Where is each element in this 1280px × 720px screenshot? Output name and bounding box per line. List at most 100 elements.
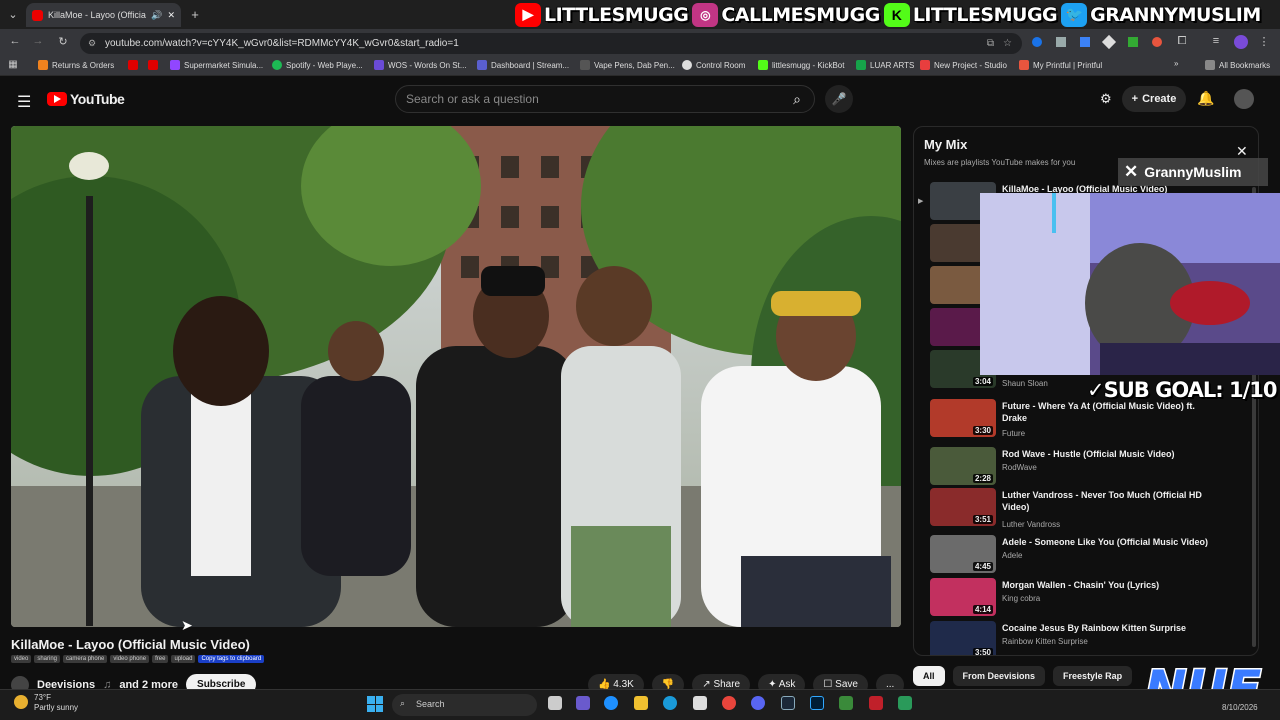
extension-icon[interactable] bbox=[1032, 37, 1042, 47]
social-handle: LITTLESMUGG bbox=[912, 3, 1058, 27]
reload-icon[interactable]: ↻ bbox=[56, 35, 70, 48]
bookmark-star-icon[interactable]: ☆ bbox=[1003, 33, 1012, 54]
tag-chip[interactable]: video bbox=[11, 655, 32, 663]
account-avatar[interactable] bbox=[1234, 89, 1254, 109]
extension-icon[interactable] bbox=[1101, 34, 1117, 50]
url-field[interactable]: ⚙ youtube.com/watch?v=cYY4K_wGvr0&list=R… bbox=[80, 33, 1022, 54]
chip-from-channel[interactable]: From Deevisions bbox=[952, 666, 1046, 686]
taskbar-clock[interactable]: 8/10/2026 bbox=[1222, 703, 1258, 712]
all-bookmarks[interactable]: All Bookmarks bbox=[1205, 60, 1270, 70]
item-title: Future - Where Ya At (Official Music Vid… bbox=[1002, 401, 1195, 423]
bookmark-item[interactable]: New Project - Studio bbox=[920, 60, 1007, 70]
address-bar: ← → ↻ ⚙ youtube.com/watch?v=cYY4K_wGvr0&… bbox=[0, 29, 1280, 57]
notifications-bell-icon[interactable]: 🔔 bbox=[1197, 90, 1214, 107]
search-icon[interactable]: ⌕ bbox=[785, 85, 809, 113]
app-icon[interactable] bbox=[869, 696, 883, 710]
bookmarks-bar: ▦ Returns & Orders Supermarket Simula...… bbox=[0, 57, 1280, 76]
kick-icon bbox=[758, 60, 768, 70]
app-icon[interactable] bbox=[898, 696, 912, 710]
extensions-puzzle-icon[interactable]: ⧠ bbox=[1176, 35, 1188, 48]
bookmark-label: Returns & Orders bbox=[52, 60, 115, 70]
item-title: Morgan Wallen - Chasin' You (Lyrics) bbox=[1002, 580, 1160, 590]
tab-search-icon[interactable]: ⌄ bbox=[6, 8, 20, 21]
browser-tab[interactable]: KillaMoe - Layoo (Official M 🔊 ✕ bbox=[26, 3, 181, 27]
social-handle: CALLMESMUGG bbox=[721, 3, 881, 27]
task-view-icon[interactable] bbox=[548, 696, 562, 710]
voice-search-mic-icon[interactable]: 🎤 bbox=[825, 85, 853, 113]
extension-icon[interactable] bbox=[1056, 37, 1066, 47]
weather-condition: Partly sunny bbox=[34, 703, 79, 712]
cast-icon[interactable]: ⚙ bbox=[1100, 91, 1112, 107]
tag-chip[interactable]: upload bbox=[171, 655, 196, 663]
create-button[interactable]: + Create bbox=[1122, 86, 1186, 112]
tag-chip[interactable]: sharing bbox=[34, 655, 61, 663]
bookmark-item[interactable]: LUAR ARTS bbox=[856, 60, 914, 70]
copy-tags-button[interactable]: Copy tags to clipboard bbox=[198, 655, 265, 663]
bookmark-item[interactable]: Vape Pens, Dab Pen... bbox=[580, 60, 675, 70]
bookmark-item[interactable] bbox=[148, 60, 158, 70]
notepad-icon[interactable] bbox=[839, 696, 853, 710]
chip-freestyle-rap[interactable]: Freestyle Rap bbox=[1053, 666, 1133, 686]
extension-icon[interactable] bbox=[1152, 37, 1162, 47]
create-label: Create bbox=[1142, 93, 1177, 105]
playlist-title: My Mix bbox=[924, 137, 968, 152]
chip-all[interactable]: All bbox=[913, 666, 945, 686]
playlist-item[interactable]: 4:14 Morgan Wallen - Chasin' You (Lyrics… bbox=[930, 578, 1250, 618]
x-logo-icon: ✕ bbox=[1124, 162, 1139, 181]
webcam-feed bbox=[980, 193, 1280, 375]
playlist-item[interactable]: 4:45 Adele - Someone Like You (Official … bbox=[930, 535, 1250, 575]
bookmark-item[interactable]: littlesmugg - KickBot bbox=[758, 60, 844, 70]
extension-icon[interactable] bbox=[1080, 37, 1090, 47]
hamburger-menu-icon[interactable]: ☰ bbox=[17, 92, 31, 112]
bookmark-item[interactable] bbox=[128, 60, 138, 70]
tag-chip[interactable]: camera phone bbox=[63, 655, 108, 663]
playlist-item[interactable]: 3:30 Future - Where Ya At (Official Musi… bbox=[930, 399, 1250, 439]
bookmark-item[interactable]: My Printful | Printful bbox=[1019, 60, 1102, 70]
playlist-item[interactable]: 2:28 Rod Wave - Hustle (Official Music V… bbox=[930, 447, 1250, 487]
forward-icon[interactable]: → bbox=[31, 35, 45, 47]
apps-grid-icon[interactable]: ▦ bbox=[7, 59, 19, 70]
bookmark-item[interactable]: Dashboard | Stream... bbox=[477, 60, 569, 70]
taskbar-search[interactable]: ⌕ Search bbox=[392, 694, 537, 716]
weather-widget[interactable]: 73°F Partly sunny bbox=[12, 693, 78, 713]
bookmark-label: Dashboard | Stream... bbox=[491, 60, 570, 70]
bookmark-item[interactable]: Control Room bbox=[682, 60, 745, 70]
install-icon[interactable]: ⧉ bbox=[987, 33, 994, 54]
teams-icon[interactable] bbox=[576, 696, 590, 710]
video-player[interactable] bbox=[11, 126, 901, 627]
tab-close-icon[interactable]: ✕ bbox=[167, 10, 175, 21]
plus-icon: + bbox=[1131, 93, 1139, 105]
back-icon[interactable]: ← bbox=[8, 35, 22, 47]
tag-chip[interactable]: video phone bbox=[110, 655, 150, 663]
photoshop-icon[interactable] bbox=[810, 696, 824, 710]
duration-badge: 3:51 bbox=[972, 515, 993, 524]
reading-list-icon[interactable]: ≡ bbox=[1210, 35, 1222, 47]
profile-avatar[interactable] bbox=[1234, 35, 1248, 49]
copilot-icon[interactable] bbox=[604, 696, 618, 710]
bookmark-item[interactable]: Returns & Orders bbox=[38, 60, 114, 70]
browser-menu-icon[interactable]: ⋮ bbox=[1258, 35, 1270, 48]
store-icon[interactable] bbox=[693, 696, 707, 710]
youtube-logo[interactable]: YouTube bbox=[47, 91, 125, 107]
bookmarks-overflow-icon[interactable]: » bbox=[1174, 59, 1178, 68]
search-input[interactable]: Search or ask a question bbox=[395, 85, 815, 113]
youtube-favicon-icon bbox=[128, 60, 138, 70]
file-explorer-icon[interactable] bbox=[634, 696, 648, 710]
mouse-cursor-icon: ➤ bbox=[181, 617, 193, 633]
item-channel: Shaun Sloan bbox=[1002, 379, 1048, 388]
bookmark-item[interactable]: Supermarket Simula... bbox=[170, 60, 263, 70]
bookmark-item[interactable]: WOS - Words On St... bbox=[374, 60, 467, 70]
playlist-item[interactable]: 3:51 Luther Vandross - Never Too Much (O… bbox=[930, 488, 1250, 529]
bookmark-item[interactable]: Spotify - Web Playe... bbox=[272, 60, 363, 70]
discord-icon[interactable] bbox=[751, 696, 765, 710]
new-tab-button[interactable]: + bbox=[188, 7, 202, 22]
steam-icon[interactable] bbox=[781, 696, 795, 710]
edge-icon[interactable] bbox=[663, 696, 677, 710]
tag-chip[interactable]: free bbox=[152, 655, 169, 663]
site-info-icon[interactable]: ⚙ bbox=[88, 33, 96, 54]
windows-start-icon[interactable] bbox=[367, 696, 383, 712]
video-thumbnail: 3:51 bbox=[930, 488, 996, 526]
extension-icon[interactable] bbox=[1128, 37, 1138, 47]
playlist-item[interactable]: 3:50 Cocaine Jesus By Rainbow Kitten Sur… bbox=[930, 621, 1250, 655]
chrome-icon[interactable] bbox=[722, 696, 736, 710]
